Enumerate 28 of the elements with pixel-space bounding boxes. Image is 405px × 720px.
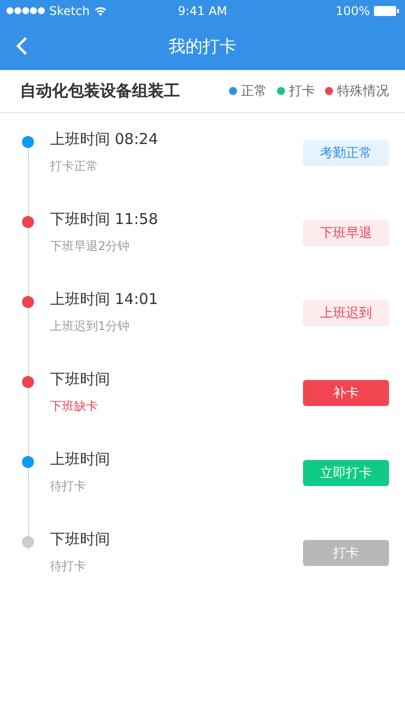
status-button[interactable]: 上班迟到 <box>303 300 389 326</box>
record-note: 待打卡 <box>50 558 87 575</box>
record-title: 上班时间 08:24 <box>50 130 159 149</box>
battery-icon <box>374 6 399 16</box>
legend-label: 特殊情况 <box>337 83 389 100</box>
page-title: 我的打卡 <box>168 36 236 58</box>
carrier-name: Sketch <box>49 4 90 18</box>
record-note: 上班迟到1分钟 <box>50 318 131 335</box>
record-title: 下班时间 <box>50 530 111 549</box>
job-title: 自动化包装设备组装工 <box>20 80 180 102</box>
record-note: 打卡正常 <box>50 158 99 175</box>
status-button[interactable]: 考勤正常 <box>303 140 389 166</box>
record-title: 下班时间 11:58 <box>50 210 159 229</box>
record-title: 下班时间 <box>50 370 111 389</box>
status-button[interactable]: 补卡 <box>303 380 389 406</box>
clock-time: 9:41 AM <box>178 4 228 18</box>
record-note: 下班缺卡 <box>50 398 99 415</box>
record-title: 上班时间 14:01 <box>50 290 159 309</box>
legend-label: 正常 <box>241 83 267 100</box>
record-title: 上班时间 <box>50 450 111 469</box>
wifi-icon <box>94 6 107 16</box>
status-button[interactable]: 下班早退 <box>303 220 389 246</box>
record-note: 下班早退2分钟 <box>50 238 131 255</box>
legend-label: 打卡 <box>289 83 315 100</box>
signal-dots: ●●●●● <box>6 6 46 16</box>
record-note: 待打卡 <box>50 478 87 495</box>
status-button[interactable]: 立即打卡 <box>303 460 389 486</box>
battery-percent: 100% <box>336 4 370 18</box>
